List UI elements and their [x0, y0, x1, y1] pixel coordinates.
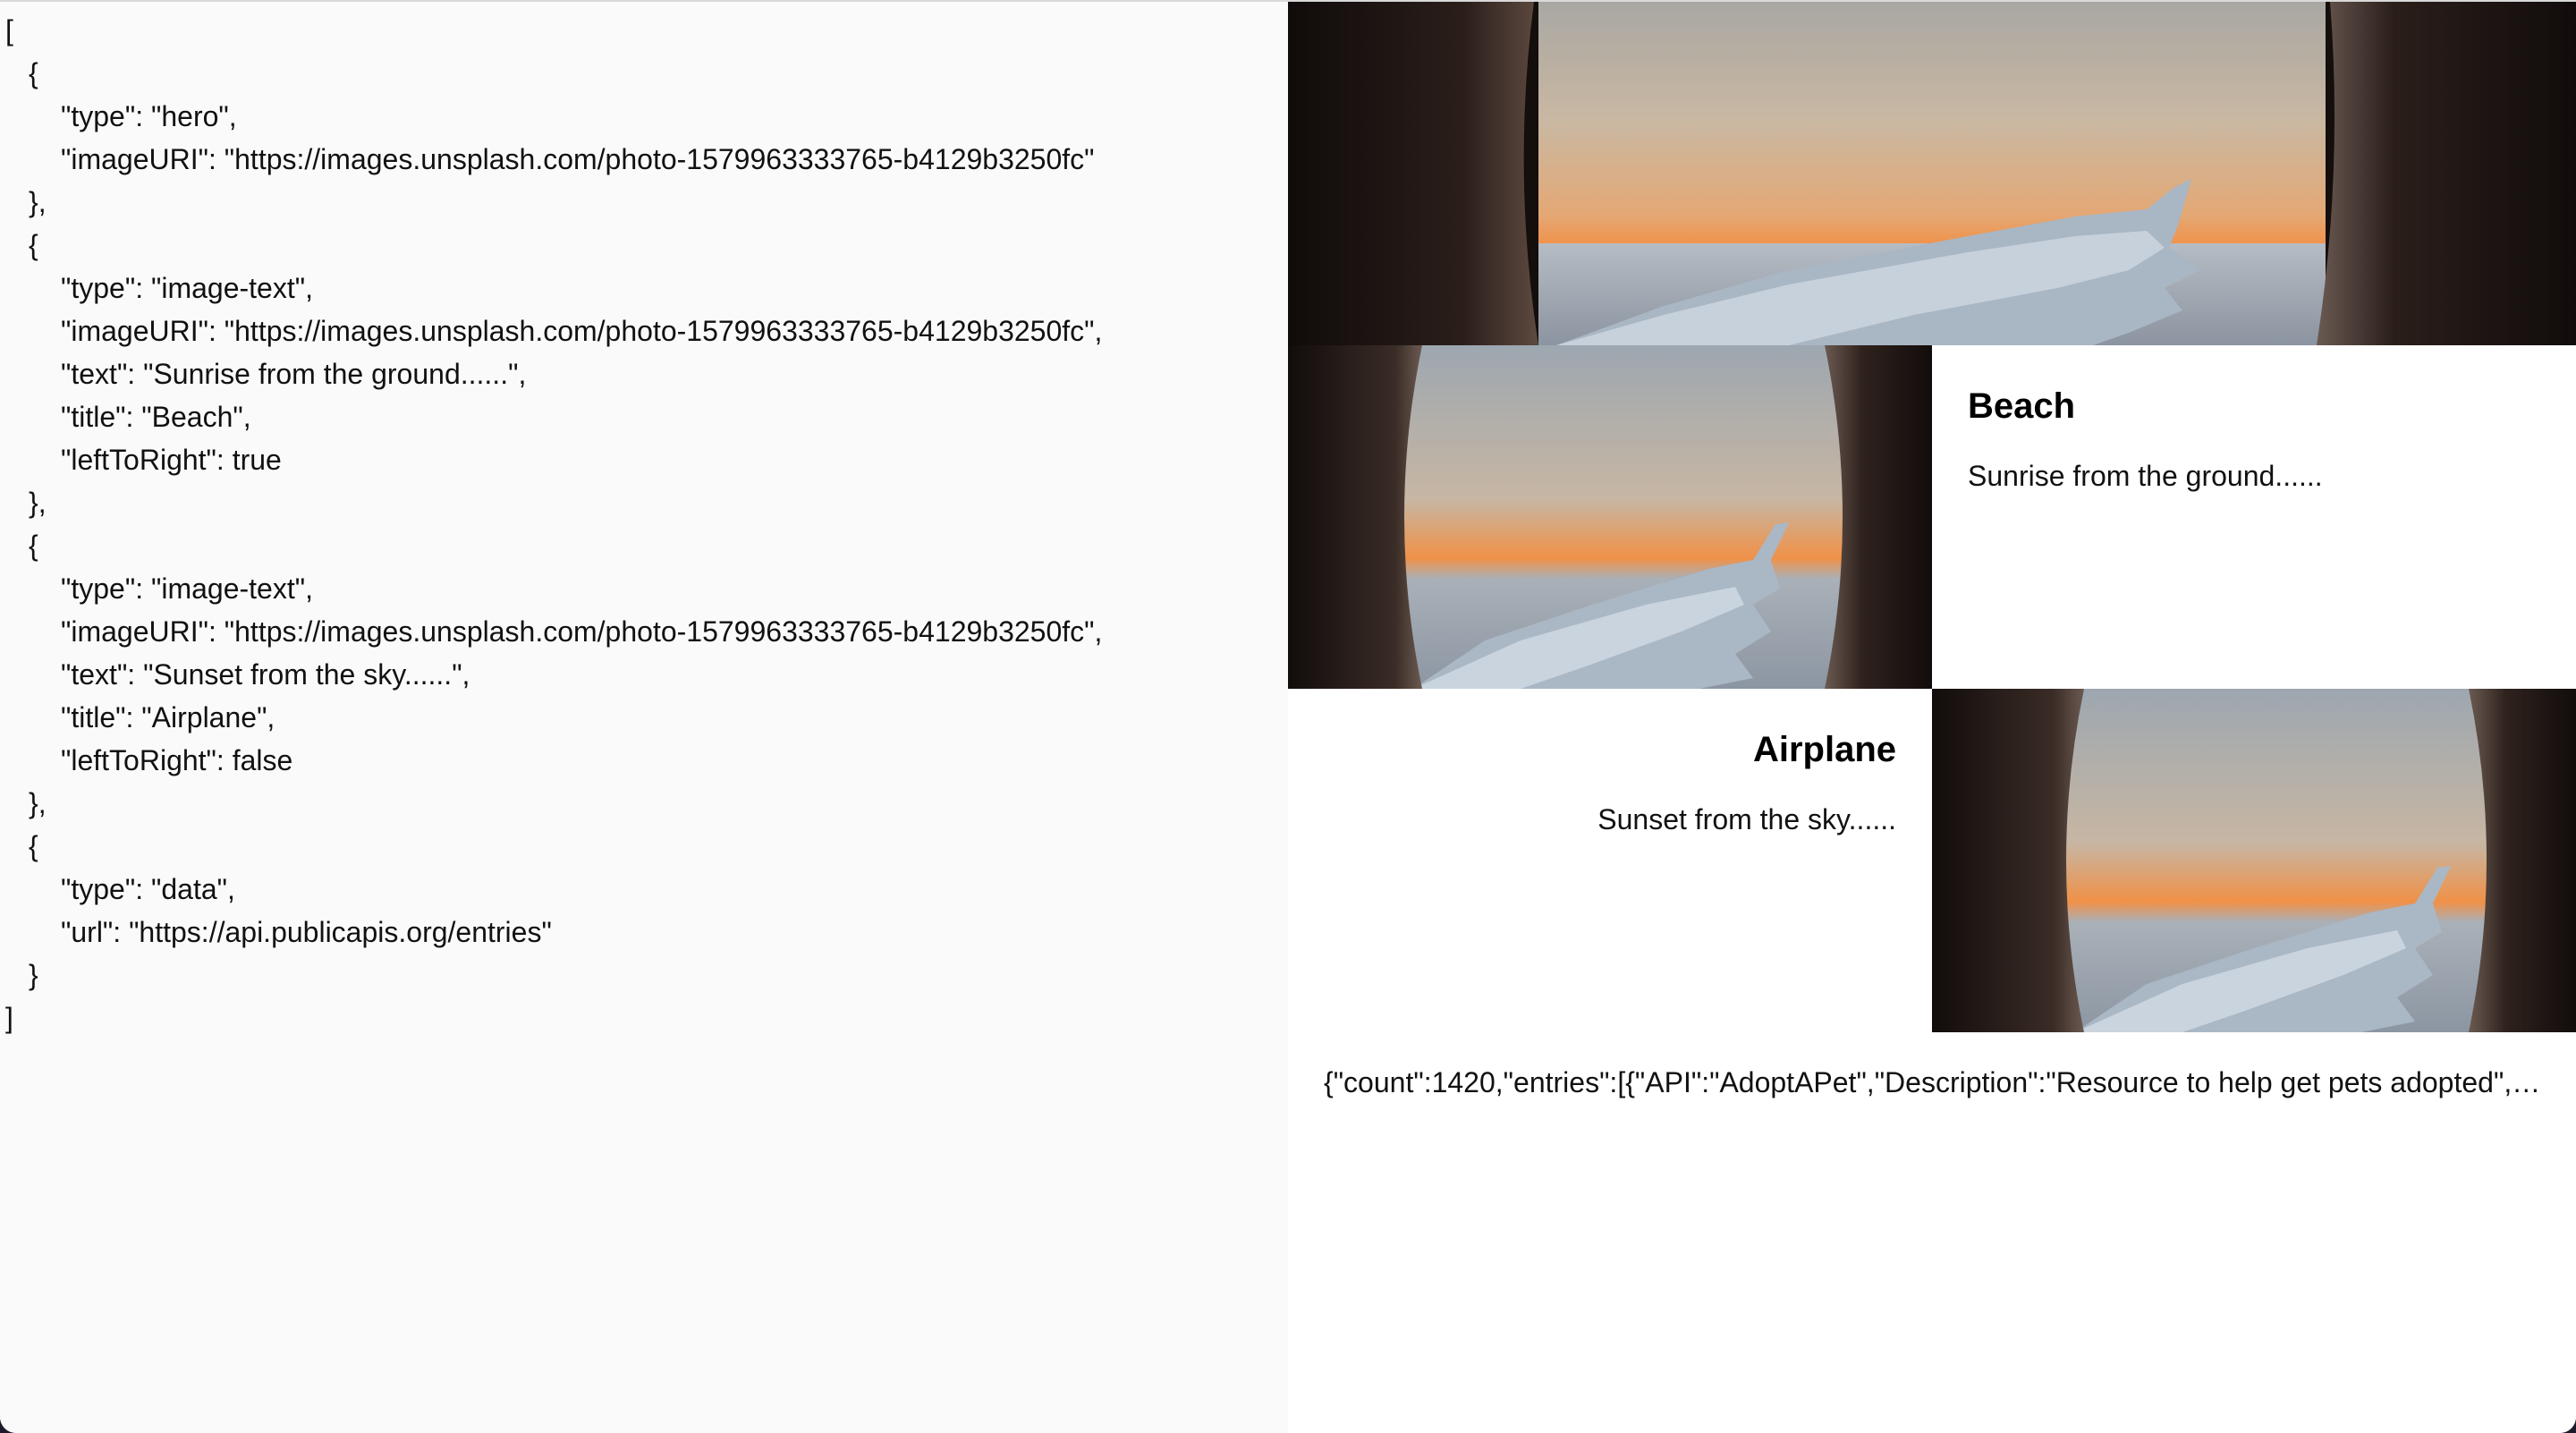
airplane-image — [1932, 689, 2576, 1032]
hero-image — [1288, 2, 2576, 345]
code-line[interactable]: "imageURI": "https://images.unsplash.com… — [61, 309, 1102, 352]
code-line[interactable]: } — [29, 954, 38, 996]
code-line[interactable]: }, — [29, 481, 47, 524]
code-line[interactable]: ] — [5, 996, 13, 1039]
beach-image — [1288, 345, 1932, 689]
code-line[interactable]: { — [29, 524, 38, 567]
window-top-border — [0, 0, 2576, 2]
code-line[interactable]: "type": "image-text", — [61, 567, 313, 610]
code-line[interactable]: "imageURI": "https://images.unsplash.com… — [61, 610, 1102, 653]
code-line[interactable]: "leftToRight": true — [61, 438, 282, 481]
code-line[interactable]: }, — [29, 782, 47, 825]
code-line[interactable]: }, — [29, 181, 47, 224]
beach-text-block: Beach Sunrise from the ground...... — [1932, 345, 2576, 689]
code-line[interactable]: "type": "data", — [61, 868, 235, 911]
beach-title: Beach — [1968, 386, 2076, 426]
code-line[interactable]: "type": "hero", — [61, 95, 237, 138]
code-line[interactable]: { — [29, 825, 38, 868]
code-line[interactable]: "imageURI": "https://images.unsplash.com… — [61, 138, 1095, 181]
airplane-title: Airplane — [1752, 730, 1896, 769]
code-line[interactable]: "text": "Sunset from the sky......", — [61, 653, 470, 696]
code-line[interactable]: "text": "Sunrise from the ground......", — [61, 352, 526, 395]
app-window: [{"type": "hero", "imageURI": "https://im… — [0, 0, 2576, 1433]
data-output: {"count":1420,"entries":[{"API":"AdoptAP… — [1324, 1066, 2542, 1098]
code-line[interactable]: [ — [5, 9, 13, 52]
beach-text: Sunrise from the ground...... — [1968, 460, 2323, 492]
code-line[interactable]: "type": "image-text", — [61, 267, 313, 309]
code-line[interactable]: "leftToRight": false — [61, 739, 292, 782]
code-line[interactable]: { — [29, 224, 38, 267]
code-line[interactable]: "title": "Beach", — [61, 395, 251, 438]
airplane-window-photo — [1932, 689, 2576, 1032]
airplane-text-block: Airplane Sunset from the sky...... — [1288, 689, 1932, 1032]
code-line[interactable]: "url": "https://api.publicapis.org/entri… — [61, 911, 552, 954]
preview-pane: Beach Sunrise from the ground...... Airp… — [1288, 2, 2576, 1433]
code-line[interactable]: "title": "Airplane", — [61, 696, 275, 739]
code-line[interactable]: { — [29, 52, 38, 95]
json-editor[interactable]: [{"type": "hero", "imageURI": "https://im… — [0, 2, 1288, 1433]
airplane-window-photo — [1288, 2, 2576, 345]
airplane-window-photo — [1288, 345, 1932, 689]
airplane-text: Sunset from the sky...... — [1597, 803, 1896, 835]
